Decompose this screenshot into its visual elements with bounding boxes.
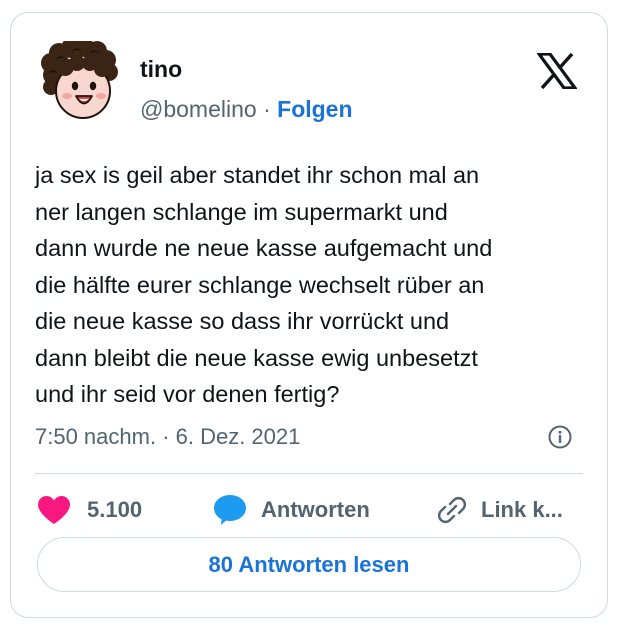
link-icon: [437, 496, 467, 524]
meta-separator: ·: [263, 96, 278, 122]
author-handle[interactable]: @bomelino: [140, 96, 257, 122]
avatar[interactable]: [39, 41, 121, 123]
reply-label: Antworten: [261, 497, 370, 522]
copy-link-button[interactable]: Link k...: [437, 487, 563, 533]
tweet-card: tino @bomelino · Folgen ja sex is geil a…: [10, 12, 608, 618]
x-logo-icon[interactable]: [537, 53, 577, 89]
tweet-text: ja sex is geil aber standet ihr schon ma…: [35, 162, 493, 407]
reply-button[interactable]: Antworten: [213, 487, 370, 533]
heart-icon: [38, 496, 70, 524]
tweet-timestamp[interactable]: 7:50 nachm. · 6. Dez. 2021: [35, 422, 300, 452]
like-button[interactable]: 5.100: [37, 487, 142, 533]
divider: [35, 473, 583, 474]
link-label: Link k...: [481, 497, 563, 522]
info-icon[interactable]: [547, 424, 573, 450]
read-replies-button[interactable]: 80 Antworten lesen: [37, 537, 581, 592]
author-name[interactable]: tino: [140, 55, 182, 83]
speech-bubble-icon: [214, 495, 246, 525]
like-count: 5.100: [87, 497, 143, 522]
author-meta: @bomelino · Folgen: [140, 95, 353, 123]
follow-button[interactable]: Folgen: [277, 96, 352, 122]
